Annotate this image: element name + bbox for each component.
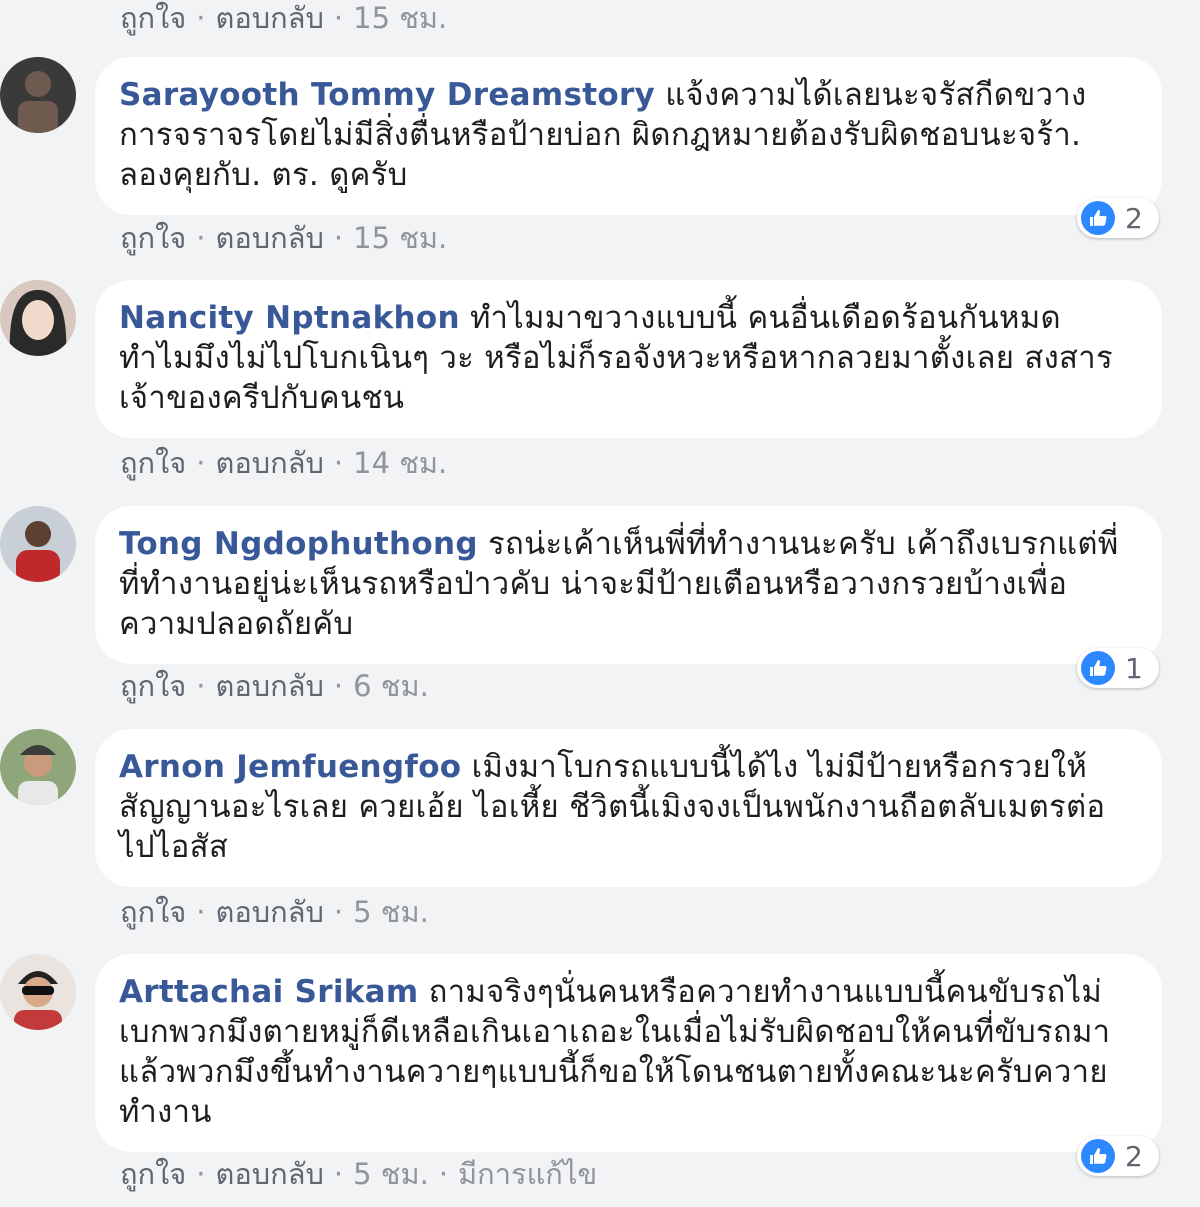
reply-link[interactable]: ตอบกลับ bbox=[216, 446, 324, 480]
separator: · bbox=[438, 1157, 449, 1191]
like-link[interactable]: ถูกใจ bbox=[120, 1157, 186, 1191]
comment-actions: ถูกใจ · ตอบกลับ · 15 ชม. bbox=[120, 0, 447, 36]
comment-actions: ถูกใจ · ตอบกลับ · 5 ชม. · มีการแก้ไข bbox=[120, 1156, 597, 1192]
comment-timestamp[interactable]: 6 ชม. bbox=[353, 669, 429, 703]
comment-bubble: Tong Ngdophuthong รถน่ะเค้าเห็นพี่ที่ทำง… bbox=[95, 506, 1162, 664]
reaction-count: 1 bbox=[1125, 651, 1143, 685]
comment-actions: ถูกใจ · ตอบกลับ · 5 ชม. bbox=[120, 894, 429, 930]
comment-timestamp[interactable]: 14 ชม. bbox=[353, 446, 447, 480]
reply-link[interactable]: ตอบกลับ bbox=[216, 1, 324, 35]
avatar[interactable] bbox=[0, 57, 76, 133]
comment-timestamp[interactable]: 15 ชม. bbox=[353, 1, 447, 35]
comment-author[interactable]: Arnon Jemfuengfoo bbox=[119, 749, 461, 785]
separator: · bbox=[333, 221, 344, 255]
reaction-badge[interactable]: 2 bbox=[1077, 198, 1159, 238]
avatar[interactable] bbox=[0, 280, 76, 356]
thumbs-up-icon bbox=[1081, 201, 1115, 235]
comment-bubble: Arttachai Srikam ถามจริงๆนั่นคนหรือควายท… bbox=[95, 954, 1162, 1152]
comment-actions: ถูกใจ · ตอบกลับ · 14 ชม. bbox=[120, 445, 447, 481]
comment-actions: ถูกใจ · ตอบกลับ · 6 ชม. bbox=[120, 668, 429, 704]
reply-link[interactable]: ตอบกลับ bbox=[216, 1157, 324, 1191]
like-link[interactable]: ถูกใจ bbox=[120, 669, 186, 703]
reaction-count: 2 bbox=[1125, 1139, 1143, 1173]
separator: · bbox=[333, 1, 344, 35]
comment-actions: ถูกใจ · ตอบกลับ · 15 ชม. bbox=[120, 220, 447, 256]
comment-author[interactable]: Sarayooth Tommy Dreamstory bbox=[119, 77, 655, 113]
separator: · bbox=[196, 446, 206, 480]
reaction-badge[interactable]: 2 bbox=[1077, 1136, 1159, 1176]
reply-link[interactable]: ตอบกลับ bbox=[216, 221, 324, 255]
separator: · bbox=[333, 669, 344, 703]
comment-timestamp[interactable]: 15 ชม. bbox=[353, 221, 447, 255]
comment-timestamp[interactable]: 5 ชม. bbox=[353, 1157, 429, 1191]
like-link[interactable]: ถูกใจ bbox=[120, 1, 186, 35]
reply-link[interactable]: ตอบกลับ bbox=[216, 669, 324, 703]
comment-author[interactable]: Tong Ngdophuthong bbox=[119, 526, 478, 562]
thumbs-up-icon bbox=[1081, 1139, 1115, 1173]
like-link[interactable]: ถูกใจ bbox=[120, 895, 186, 929]
edited-label[interactable]: มีการแก้ไข bbox=[458, 1157, 597, 1191]
like-link[interactable]: ถูกใจ bbox=[120, 446, 186, 480]
separator: · bbox=[196, 1157, 206, 1191]
separator: · bbox=[196, 221, 206, 255]
separator: · bbox=[333, 895, 344, 929]
thumbs-up-icon bbox=[1081, 651, 1115, 685]
separator: · bbox=[196, 1, 206, 35]
comment-author[interactable]: Nancity Nptnakhon bbox=[119, 300, 460, 336]
reaction-count: 2 bbox=[1125, 201, 1143, 235]
avatar[interactable] bbox=[0, 506, 76, 582]
comment-timestamp[interactable]: 5 ชม. bbox=[353, 895, 429, 929]
comment-bubble: Nancity Nptnakhon ทำไมมาขวางแบบนี้ คนอื่… bbox=[95, 280, 1162, 438]
comment-author[interactable]: Arttachai Srikam bbox=[119, 974, 419, 1010]
avatar[interactable] bbox=[0, 729, 76, 805]
avatar[interactable] bbox=[0, 954, 76, 1030]
separator: · bbox=[333, 446, 344, 480]
separator: · bbox=[333, 1157, 344, 1191]
separator: · bbox=[196, 669, 206, 703]
comment-bubble: Sarayooth Tommy Dreamstory แจ้งความได้เล… bbox=[95, 57, 1162, 215]
reaction-badge[interactable]: 1 bbox=[1077, 648, 1159, 688]
like-link[interactable]: ถูกใจ bbox=[120, 221, 186, 255]
comment-bubble: Arnon Jemfuengfoo เมิงมาโบกรถแบบนี้ได้ไง… bbox=[95, 729, 1162, 887]
reply-link[interactable]: ตอบกลับ bbox=[216, 895, 324, 929]
separator: · bbox=[196, 895, 206, 929]
